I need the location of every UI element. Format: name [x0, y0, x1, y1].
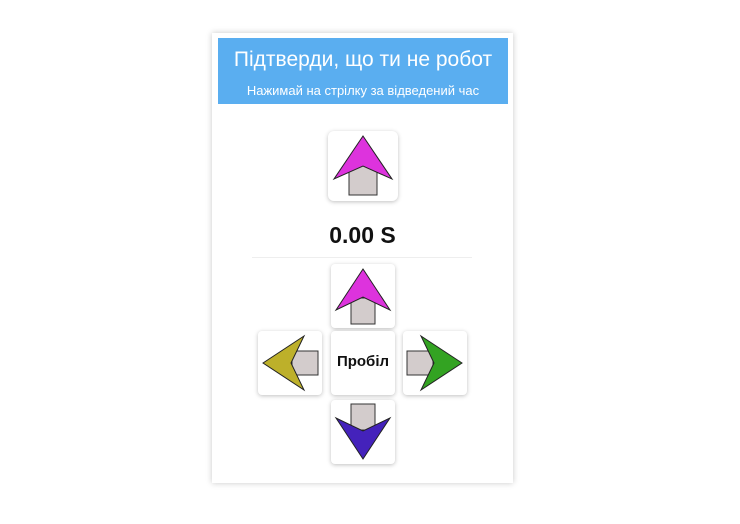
- target-arrow-up-icon: [328, 131, 398, 201]
- arrow-right-button[interactable]: [403, 331, 467, 395]
- divider: [252, 257, 472, 258]
- space-button[interactable]: Пробіл: [331, 331, 395, 395]
- timer-display: 0.00 S: [329, 222, 396, 248]
- arrow-up-icon: [334, 268, 392, 325]
- arrow-down-icon: [334, 403, 392, 460]
- captcha-title: Підтверди, що ти не робот: [233, 48, 493, 71]
- arrow-down-button[interactable]: [331, 400, 395, 464]
- captcha-card: Підтверди, що ти не робот Нажимай на стр…: [212, 33, 513, 483]
- captcha-header: Підтверди, що ти не робот Нажимай на стр…: [218, 38, 508, 104]
- arrow-left-icon: [262, 334, 319, 392]
- arrow-left-button[interactable]: [258, 331, 322, 395]
- arrow-up-button[interactable]: [331, 264, 395, 328]
- arrow-right-icon: [406, 334, 463, 392]
- space-button-label: Пробіл: [336, 353, 390, 370]
- captcha-instructions: Нажимай на стрілку за відведений час: [246, 83, 480, 98]
